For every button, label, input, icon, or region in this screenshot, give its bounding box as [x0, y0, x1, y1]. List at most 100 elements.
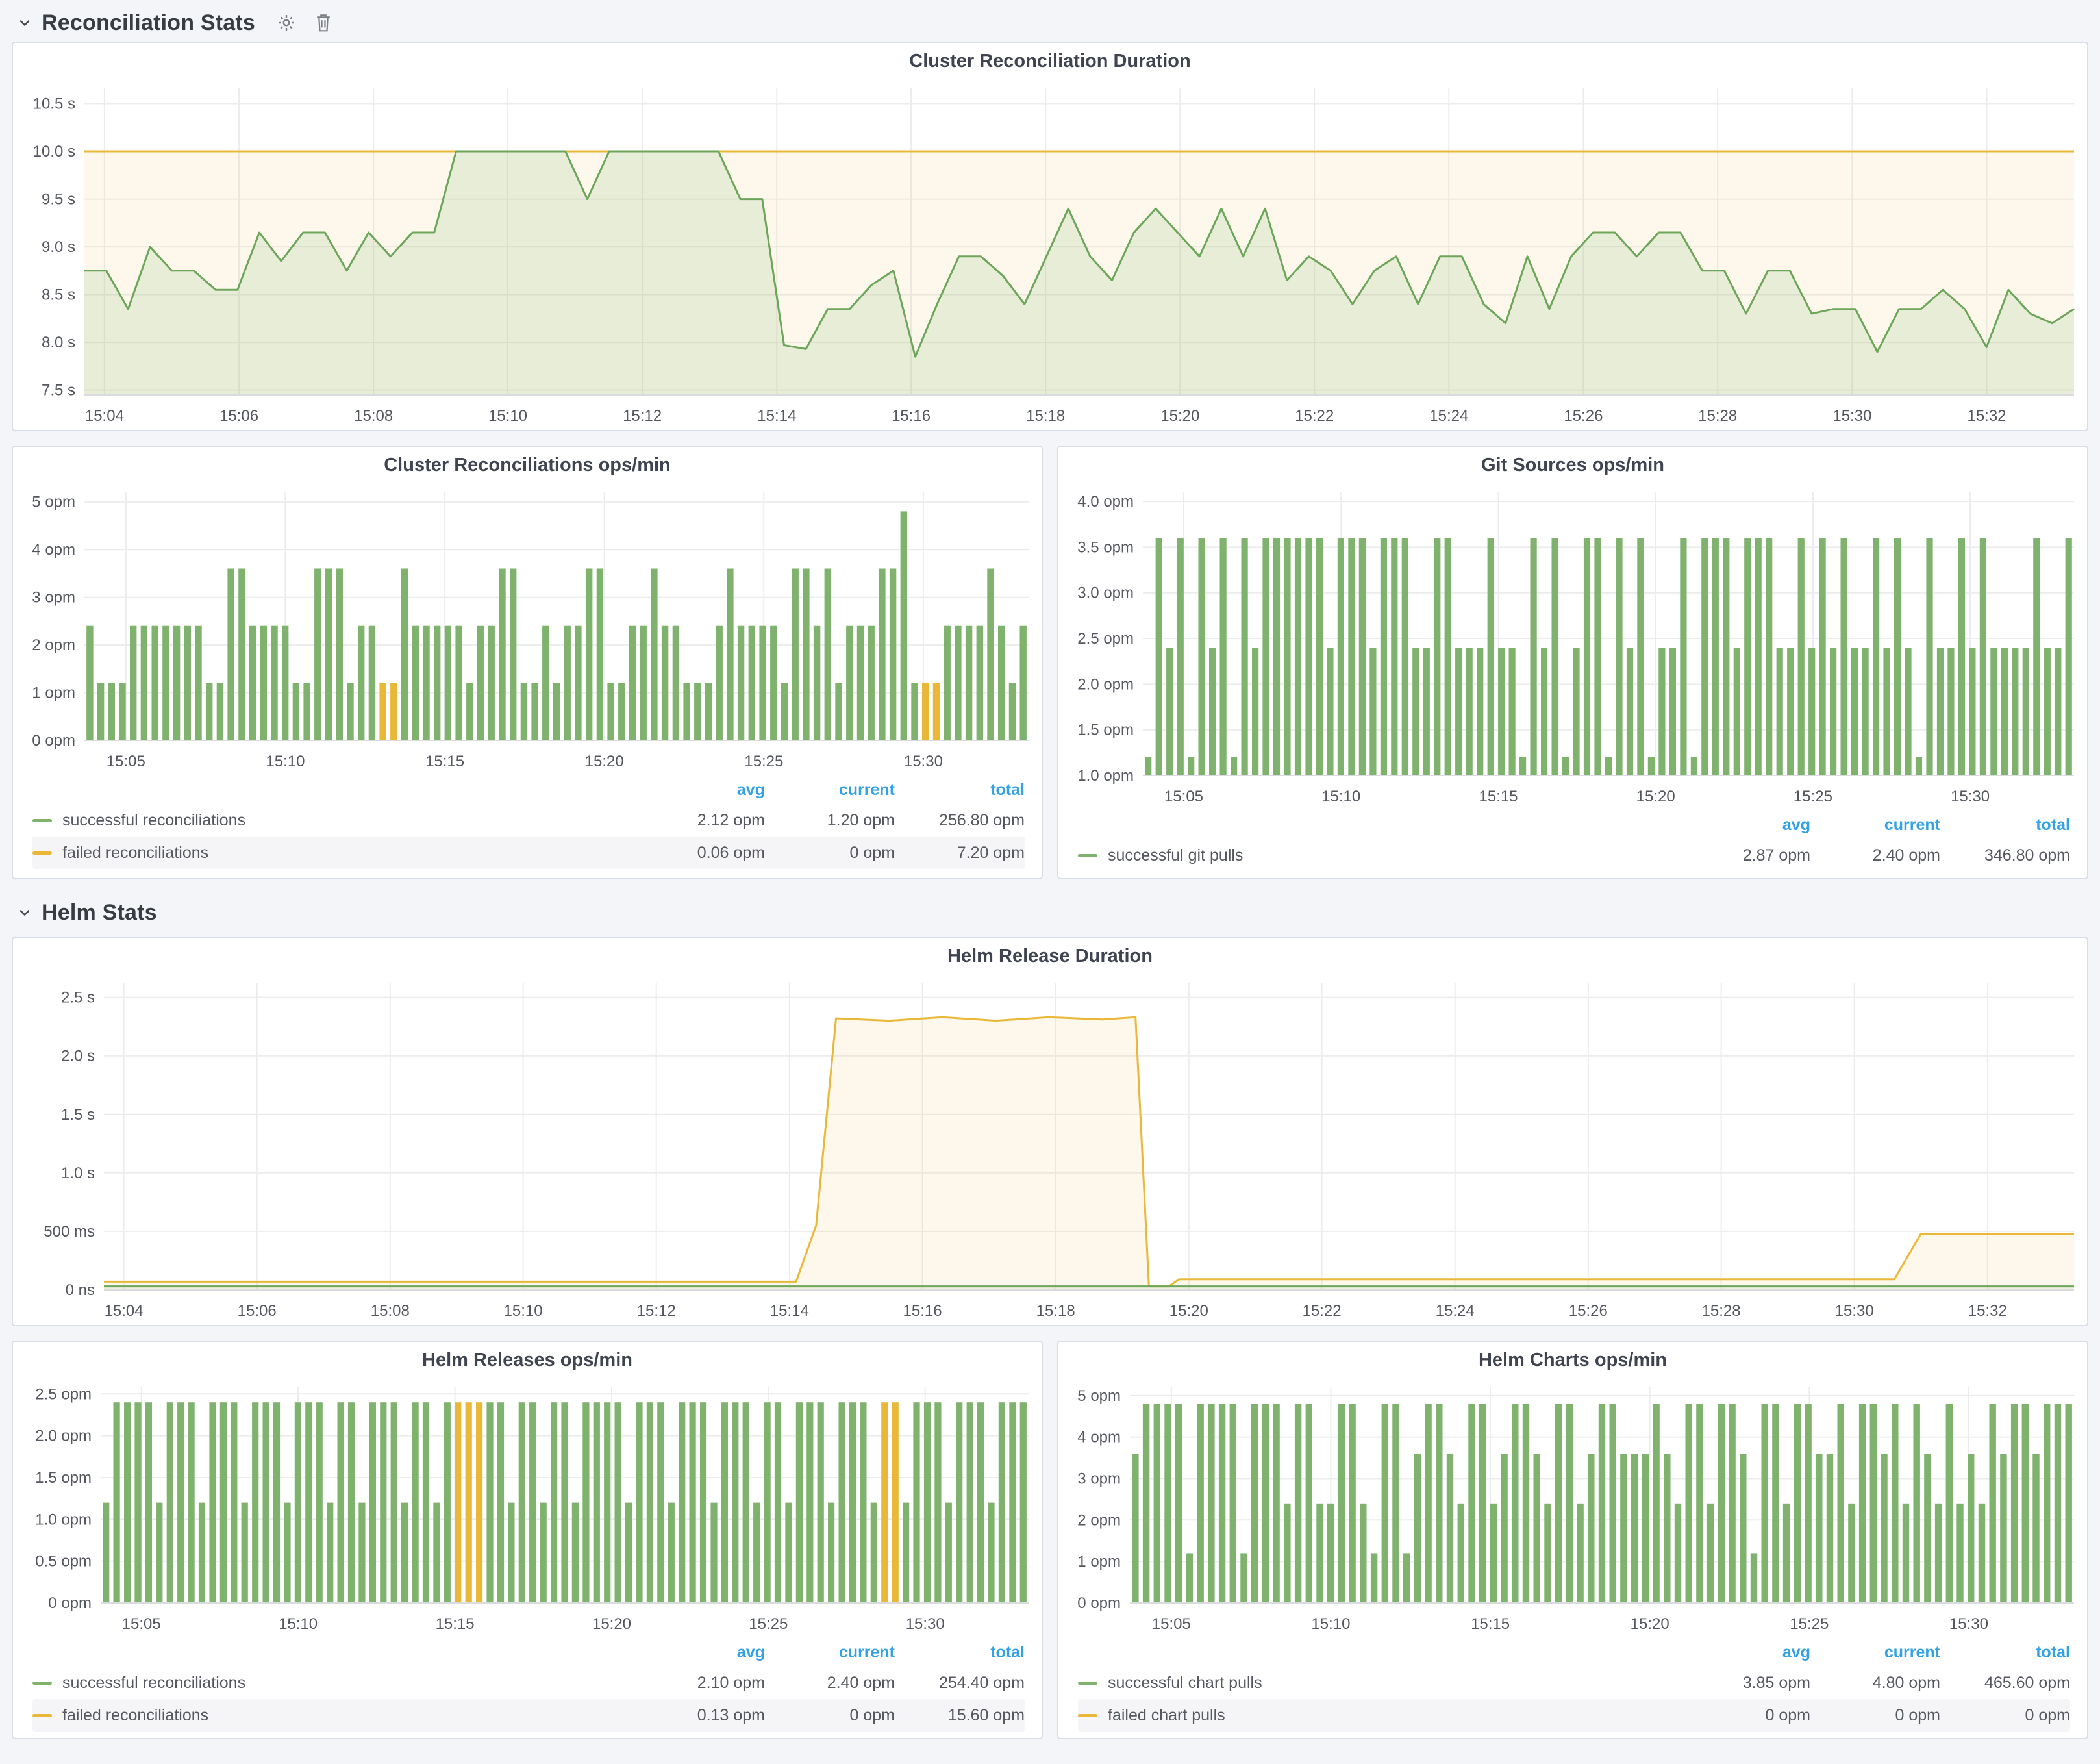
legend-series-toggle[interactable]: failed reconciliations — [32, 1706, 635, 1725]
svg-text:15:20: 15:20 — [592, 1615, 631, 1633]
legend-current-value: 4.80 opm — [1810, 1674, 1940, 1693]
svg-text:0 opm: 0 opm — [48, 1594, 92, 1612]
svg-text:5 opm: 5 opm — [32, 494, 75, 511]
legend-series-toggle[interactable]: successful git pulls — [1078, 846, 1681, 865]
panel-helm-releases-opm: Helm Releases ops/min 15:0515:1015:1515:… — [12, 1341, 1043, 1739]
svg-text:9.5 s: 9.5 s — [42, 191, 75, 208]
svg-text:15:08: 15:08 — [354, 407, 393, 425]
legend-avg-value: 2.87 opm — [1681, 846, 1810, 865]
svg-text:3 opm: 3 opm — [1077, 1470, 1121, 1488]
svg-text:15:04: 15:04 — [85, 407, 124, 425]
svg-text:15:30: 15:30 — [906, 1615, 945, 1633]
section-title: Helm Stats — [42, 900, 157, 926]
svg-text:15:05: 15:05 — [1164, 788, 1203, 805]
legend-sort-current[interactable]: current — [1810, 1643, 1940, 1662]
chevron-down-icon — [17, 15, 32, 31]
legend-row: failed reconciliations 0.13 opm 0 opm 15… — [32, 1699, 1025, 1732]
gear-icon[interactable] — [276, 12, 297, 33]
helm-release-duration-chart[interactable]: 15:0415:0615:0815:1015:1215:1415:1615:18… — [13, 974, 2087, 1325]
svg-text:15:10: 15:10 — [1321, 788, 1360, 805]
svg-text:15:12: 15:12 — [637, 1302, 676, 1320]
panel-title[interactable]: Helm Charts ops/min — [1058, 1342, 2087, 1378]
legend-sort-total[interactable]: total — [895, 781, 1025, 800]
legend-current-value: 0 opm — [765, 844, 895, 863]
panel-title[interactable]: Helm Release Duration — [13, 938, 2087, 974]
panel-title[interactable]: Helm Releases ops/min — [13, 1342, 1042, 1378]
svg-text:1.0 s: 1.0 s — [61, 1165, 95, 1182]
legend-sort-avg[interactable]: avg — [1681, 816, 1810, 835]
panel-title[interactable]: Cluster Reconciliations ops/min — [13, 447, 1042, 483]
legend-sort-total[interactable]: total — [1940, 1643, 2070, 1662]
legend-series-toggle[interactable]: successful chart pulls — [1078, 1674, 1681, 1693]
legend: avg current total successful reconciliat… — [13, 775, 1042, 876]
svg-text:15:14: 15:14 — [770, 1302, 809, 1320]
series-color-swatch — [1078, 1682, 1097, 1685]
legend-current-value: 1.20 opm — [765, 811, 895, 830]
series-color-swatch — [32, 1682, 52, 1685]
panel-title[interactable]: Cluster Reconciliation Duration — [13, 43, 2087, 79]
svg-text:15:30: 15:30 — [1835, 1302, 1874, 1320]
legend-sort-total[interactable]: total — [895, 1643, 1025, 1662]
legend-series-toggle[interactable]: failed chart pulls — [1078, 1706, 1681, 1725]
series-color-swatch — [32, 1714, 52, 1717]
svg-text:15:25: 15:25 — [744, 753, 783, 770]
svg-text:1 opm: 1 opm — [1077, 1553, 1121, 1570]
svg-text:0 opm: 0 opm — [1077, 1594, 1121, 1612]
svg-text:15:06: 15:06 — [219, 407, 258, 425]
svg-text:15:24: 15:24 — [1429, 407, 1468, 425]
legend-series-toggle[interactable]: successful reconciliations — [32, 1674, 635, 1693]
legend-total-value: 465.60 opm — [1940, 1674, 2070, 1693]
svg-text:8.5 s: 8.5 s — [42, 286, 75, 304]
legend-total-value: 0 opm — [1940, 1706, 2070, 1725]
section-header-helm-stats[interactable]: Helm Stats — [12, 894, 2088, 931]
legend-sort-avg[interactable]: avg — [1681, 1643, 1810, 1662]
panel-helm-release-duration: Helm Release Duration 15:0415:0615:0815:… — [12, 937, 2088, 1326]
svg-text:15:20: 15:20 — [1169, 1302, 1208, 1320]
panel-helm-charts-opm: Helm Charts ops/min 15:0515:1015:1515:20… — [1057, 1341, 2088, 1739]
section-header-reconciliation-stats[interactable]: Reconciliation Stats — [12, 4, 2088, 42]
svg-text:1 opm: 1 opm — [32, 685, 75, 702]
svg-text:15:10: 15:10 — [1311, 1615, 1350, 1633]
svg-text:15:26: 15:26 — [1564, 407, 1603, 425]
svg-text:15:06: 15:06 — [238, 1302, 277, 1320]
helm-releases-chart[interactable]: 15:0515:1015:1515:2015:2515:300 opm0.5 o… — [13, 1378, 1042, 1638]
legend-sort-avg[interactable]: avg — [635, 1643, 765, 1662]
panel-title[interactable]: Git Sources ops/min — [1058, 447, 2087, 483]
legend-series-toggle[interactable]: failed reconciliations — [32, 844, 635, 863]
legend-header: avg current total — [32, 775, 1025, 804]
legend-header: avg current total — [32, 1638, 1025, 1667]
legend-sort-current[interactable]: current — [1810, 816, 1940, 835]
svg-text:2 opm: 2 opm — [1077, 1511, 1121, 1529]
legend-avg-value: 0.13 opm — [635, 1706, 765, 1725]
legend-current-value: 2.40 opm — [765, 1674, 895, 1693]
svg-text:15:14: 15:14 — [757, 407, 796, 425]
legend-avg-value: 0.06 opm — [635, 844, 765, 863]
cluster-reconciliations-chart[interactable]: 15:0515:1015:1515:2015:2515:300 opm1 opm… — [13, 483, 1042, 775]
svg-text:15:18: 15:18 — [1026, 407, 1065, 425]
svg-text:2.0 opm: 2.0 opm — [1077, 675, 1134, 693]
svg-text:15:20: 15:20 — [1636, 788, 1675, 805]
svg-text:2.5 s: 2.5 s — [61, 989, 95, 1007]
legend: avg current total successful git pulls 2… — [1058, 811, 2087, 878]
trash-icon[interactable] — [314, 12, 333, 33]
legend-total-value: 15.60 opm — [895, 1706, 1025, 1725]
cluster-reconciliation-duration-chart[interactable]: 15:0415:0615:0815:1015:1215:1415:1615:18… — [13, 79, 2087, 430]
legend-series-toggle[interactable]: successful reconciliations — [32, 811, 635, 830]
svg-text:15:20: 15:20 — [1631, 1615, 1669, 1633]
helm-charts-chart[interactable]: 15:0515:1015:1515:2015:2515:300 opm1 opm… — [1058, 1378, 2087, 1638]
svg-text:3 opm: 3 opm — [32, 589, 75, 607]
legend-sort-current[interactable]: current — [765, 781, 895, 800]
series-color-swatch — [32, 851, 52, 855]
git-sources-chart[interactable]: 15:0515:1015:1515:2015:2515:301.0 opm1.5… — [1058, 483, 2087, 811]
legend-sort-avg[interactable]: avg — [635, 781, 765, 800]
legend-sort-current[interactable]: current — [765, 1643, 895, 1662]
legend-avg-value: 0 opm — [1681, 1706, 1810, 1725]
legend-sort-total[interactable]: total — [1940, 816, 2070, 835]
svg-text:15:16: 15:16 — [903, 1302, 942, 1320]
legend-total-value: 346.80 opm — [1940, 846, 2070, 865]
svg-text:15:15: 15:15 — [1471, 1615, 1510, 1633]
series-color-swatch — [32, 819, 52, 822]
svg-text:8.0 s: 8.0 s — [42, 334, 75, 351]
dashboard-page: Reconciliation Stats Cluster Reconciliat… — [0, 0, 2100, 1739]
svg-text:15:25: 15:25 — [749, 1615, 788, 1633]
